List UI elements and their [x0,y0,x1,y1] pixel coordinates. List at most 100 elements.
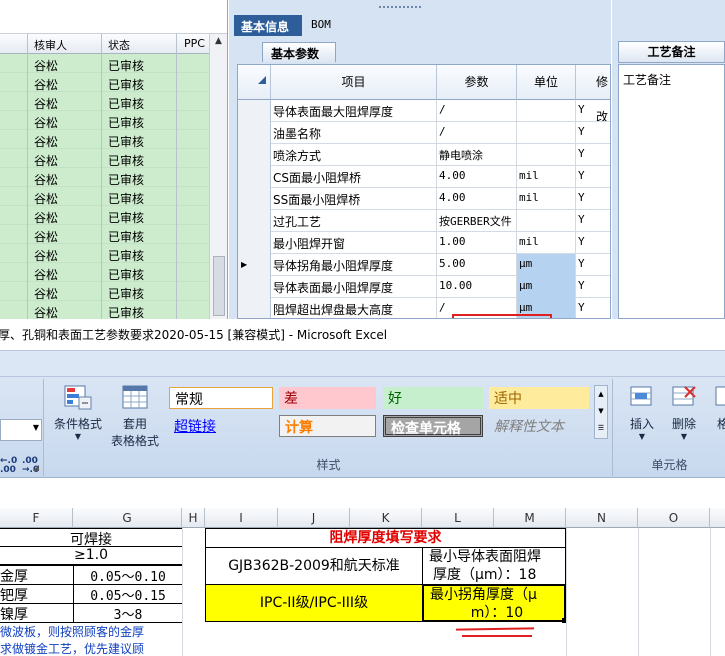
param-mod-cell[interactable]: Y [576,122,610,144]
param-value-cell[interactable]: 5.00 [437,254,517,276]
param-item-cell[interactable]: 最小阻焊开窗 [271,232,437,254]
table-row[interactable]: 谷松 已审核 [0,168,210,187]
plating-label[interactable]: 金厚 [0,565,74,585]
param-mod-cell[interactable]: Y [576,188,610,210]
param-unit-cell[interactable] [517,210,576,232]
param-row[interactable]: 阻焊超出焊盘最大高度 / μm Y [238,298,610,318]
table-row[interactable]: 谷松 已审核 [0,54,210,73]
table-row[interactable]: 谷松 已审核 [0,73,210,92]
param-row[interactable]: SS面最小阻焊桥 4.00 mil Y [238,188,610,210]
table-row[interactable]: 谷松 已审核 [0,187,210,206]
param-value-cell[interactable]: 1.00 [437,232,517,254]
plating-value[interactable]: 0.05～0.15 [73,584,183,604]
param-item-cell[interactable]: 过孔工艺 [271,210,437,232]
param-row[interactable]: 油墨名称 / Y [238,122,610,144]
row-indicator[interactable] [238,122,271,144]
table-row[interactable]: 谷松 已审核 [0,206,210,225]
std-ipc-requirement[interactable]: 最小拐角厚度（μ m）：10 [422,584,566,622]
conditional-format-button[interactable]: 条件格式 ▼ [50,383,106,441]
col-J[interactable]: J [278,508,350,528]
param-item-cell[interactable]: CS面最小阻焊桥 [271,166,437,188]
col-header-modify[interactable]: 修改 [576,65,610,124]
table-row[interactable]: 谷松 已审核 [0,92,210,111]
weldable-header[interactable]: 可焊接 [0,528,183,547]
std-gjb[interactable]: GJB362B-2009和航天标准 [205,547,423,585]
param-mod-cell[interactable]: Y [576,210,610,232]
plating-value[interactable]: 3～8 [73,603,183,623]
style-good[interactable]: 好 [383,387,483,409]
param-row[interactable]: 过孔工艺 按GERBER文件 Y [238,210,610,232]
param-value-cell[interactable]: 按GERBER文件 [437,210,517,232]
table-row[interactable]: 谷松 已审核 [0,149,210,168]
weldable-value[interactable]: ≥1.0 [0,546,183,565]
table-row[interactable]: 谷松 已审核 [0,225,210,244]
param-value-cell[interactable]: / [437,122,517,144]
col-header-ppc[interactable]: PPC [184,37,205,50]
param-row[interactable]: 最小阻焊开窗 1.00 mil Y [238,232,610,254]
std-ipc[interactable]: IPC-II级/IPC-III级 [205,584,423,622]
param-value-cell[interactable]: 4.00 [437,166,517,188]
gallery-up-icon[interactable]: ▲ [595,386,607,403]
col-I[interactable]: I [205,508,278,528]
table-format-button[interactable]: 套用 表格格式 [107,383,163,449]
insert-button[interactable]: 插入 ▼ [624,383,660,441]
col-F[interactable]: F [0,508,73,528]
plating-label[interactable]: 钯厚 [0,584,74,604]
row-indicator[interactable] [238,298,271,318]
param-unit-cell[interactable]: mil [517,188,576,210]
param-item-cell[interactable]: 导体表面最大阻焊厚度 [271,100,437,122]
param-item-cell[interactable]: 导体拐角最小阻焊厚度 [271,254,437,276]
std-gjb-requirement[interactable]: 最小导体表面阻焊 厚度（μm）：18 [422,547,566,585]
plating-value[interactable]: 0.05～0.10 [73,565,183,585]
row-indicator[interactable] [238,232,271,254]
param-unit-cell[interactable]: mil [517,232,576,254]
chevron-down-icon[interactable]: ▼ [33,423,39,432]
notes-title[interactable]: 工艺备注 [618,41,725,63]
col-H[interactable]: H [182,508,205,528]
row-indicator[interactable] [238,100,271,122]
format-button[interactable]: 格 [708,383,725,432]
param-value-cell[interactable]: 4.00 [437,188,517,210]
param-mod-cell[interactable]: Y [576,144,610,166]
row-indicator[interactable] [238,166,271,188]
table-row[interactable]: 谷松 已审核 [0,263,210,282]
style-neutral[interactable]: 适中 [489,387,589,409]
note-line-2[interactable]: 求做镀金工艺，优先建议顾 [0,640,205,656]
col-header-reviewer[interactable]: 核审人 [34,37,67,53]
param-item-cell[interactable]: 喷涂方式 [271,144,437,166]
param-unit-cell[interactable]: μm [517,254,576,276]
param-unit-cell[interactable] [517,144,576,166]
grid-scrollbar[interactable]: ▲ [209,34,227,319]
table-row[interactable]: 谷松 已审核 [0,130,210,149]
col-N[interactable]: N [566,508,638,528]
table-row[interactable]: 谷松 已审核 [0,111,210,130]
style-check-cell[interactable]: 检查单元格 [383,415,483,437]
param-row[interactable]: 喷涂方式 静电喷涂 Y [238,144,610,166]
param-row[interactable]: 导体表面最大阻焊厚度 / Y [238,100,610,122]
col-header-value[interactable]: 参数 [437,65,517,100]
scroll-thumb[interactable] [213,256,225,316]
scroll-up-icon[interactable]: ▲ [215,36,222,46]
col-header-item[interactable]: 项目 [271,65,437,100]
param-mod-cell[interactable]: Y [576,276,610,298]
table-row[interactable]: 谷松 已审核 [0,244,210,263]
param-unit-cell[interactable]: mil [517,166,576,188]
row-indicator[interactable] [238,144,271,166]
solder-mask-title[interactable]: 阻焊厚度填写要求 [205,528,566,548]
plating-label[interactable]: 镍厚 [0,603,74,623]
style-calculation[interactable]: 计算 [279,415,376,437]
param-unit-cell[interactable]: μm [517,276,576,298]
col-P[interactable] [710,508,725,528]
tab-bom[interactable]: BOM [311,18,331,31]
style-normal[interactable]: 常规 [169,387,273,409]
col-header-status[interactable]: 状态 [108,37,130,53]
subtab-basic-params[interactable]: 基本参数 [262,42,336,62]
styles-gallery-scroll[interactable]: ▲ ▼ ☰ [594,385,608,439]
param-item-cell[interactable]: 阻焊超出焊盘最大高度 [271,298,437,318]
note-line-1[interactable]: 微波板，则按照顾客的金厚 [0,623,205,640]
tab-basic-info[interactable]: 基本信息 [234,15,302,36]
param-mod-cell[interactable]: Y [576,298,610,318]
row-indicator[interactable] [238,210,271,232]
col-O[interactable]: O [638,508,710,528]
param-value-cell[interactable]: / [437,100,517,122]
